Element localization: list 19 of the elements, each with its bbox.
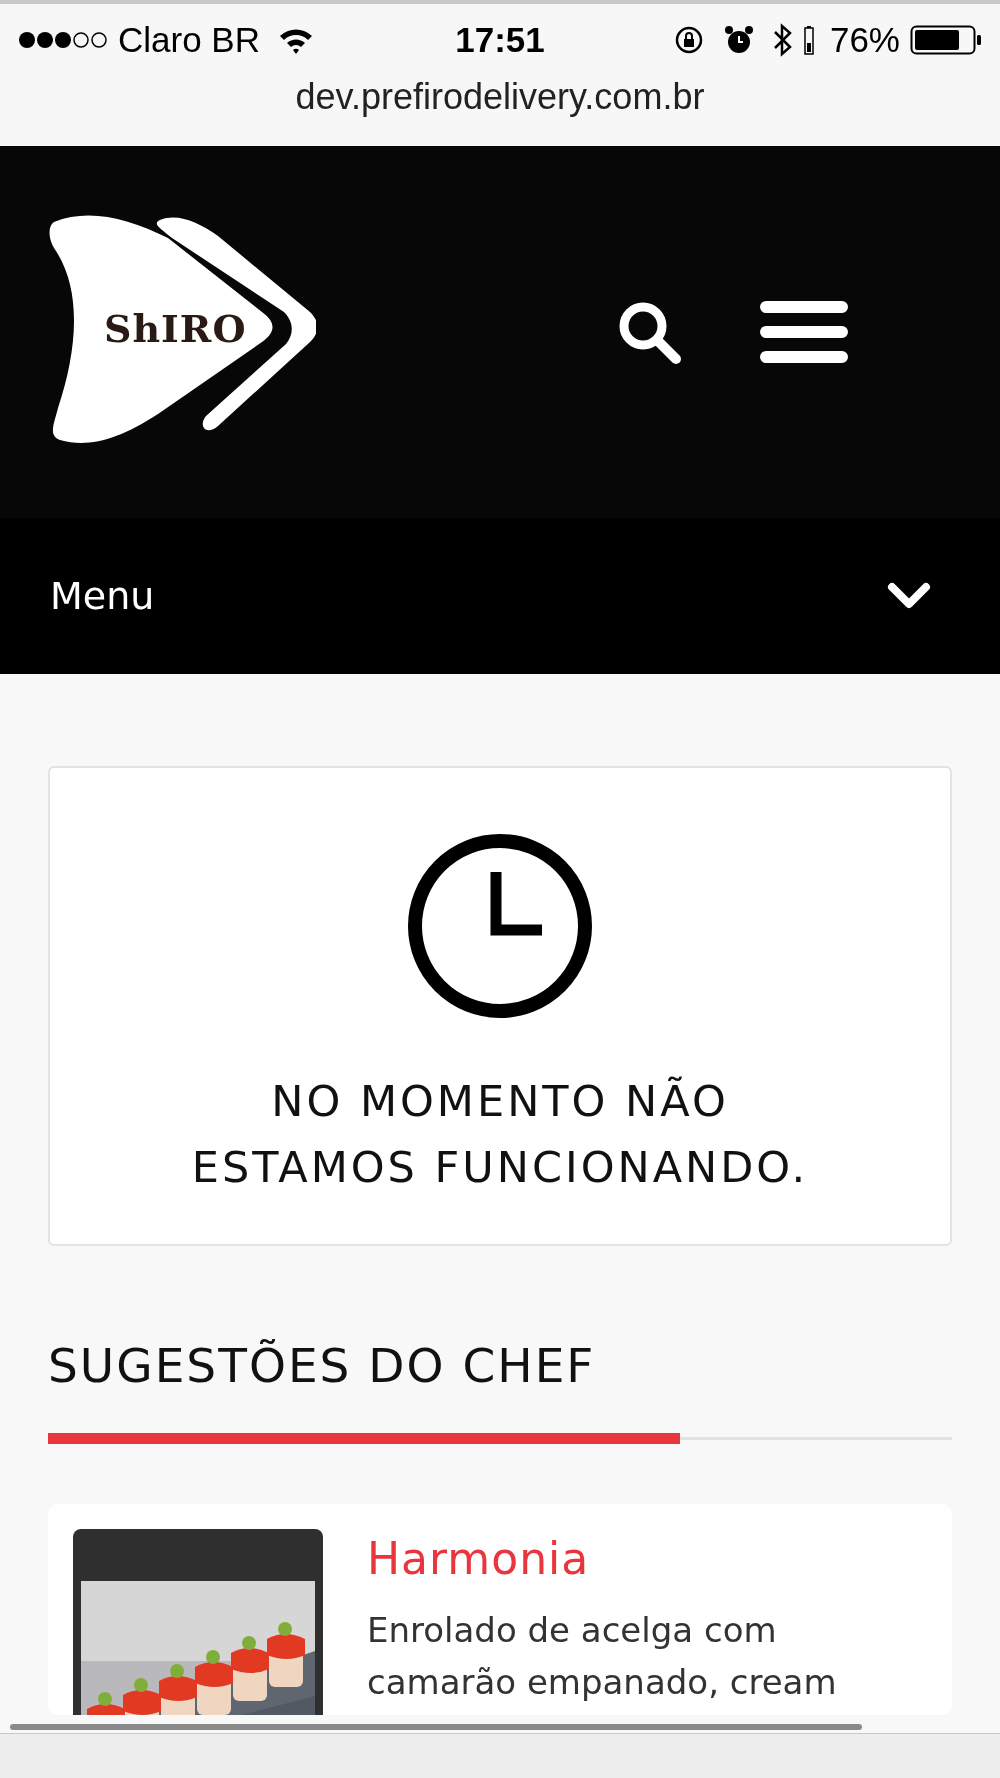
- product-description: Enrolado de acelga com camarão empanado, cream: [367, 1609, 837, 1704]
- clock-icon: [406, 832, 594, 1020]
- alarm-icon: [723, 25, 754, 55]
- clock-time: 17:51: [455, 20, 545, 59]
- menu-dropdown-label[interactable]: Menu: [50, 574, 155, 618]
- address-bar-url[interactable]: dev.prefirodelivery.com.br: [295, 76, 705, 118]
- closed-notice-message: NO MOMENTO NÃO ESTAMOS FUNCIONANDO.: [191, 1075, 809, 1194]
- chevron-icon[interactable]: [886, 581, 932, 611]
- bluetooth-icon: [771, 23, 794, 57]
- product-name[interactable]: Harmonia: [367, 1533, 837, 1584]
- battery-percent: 76%: [829, 20, 900, 60]
- menu-icon[interactable]: [760, 300, 848, 364]
- rotation-lock-icon: [673, 25, 704, 55]
- carrier-name: Claro BR: [118, 20, 260, 60]
- battery-icon: [910, 25, 982, 55]
- signal-icon: [18, 30, 108, 50]
- product-card[interactable]: Harmonia Enrolado de acelga com camarão empanado, cream: [48, 1504, 952, 1715]
- battery-small-icon: [803, 25, 814, 55]
- section-title: SUGESTÕES DO CHEF: [48, 1338, 597, 1393]
